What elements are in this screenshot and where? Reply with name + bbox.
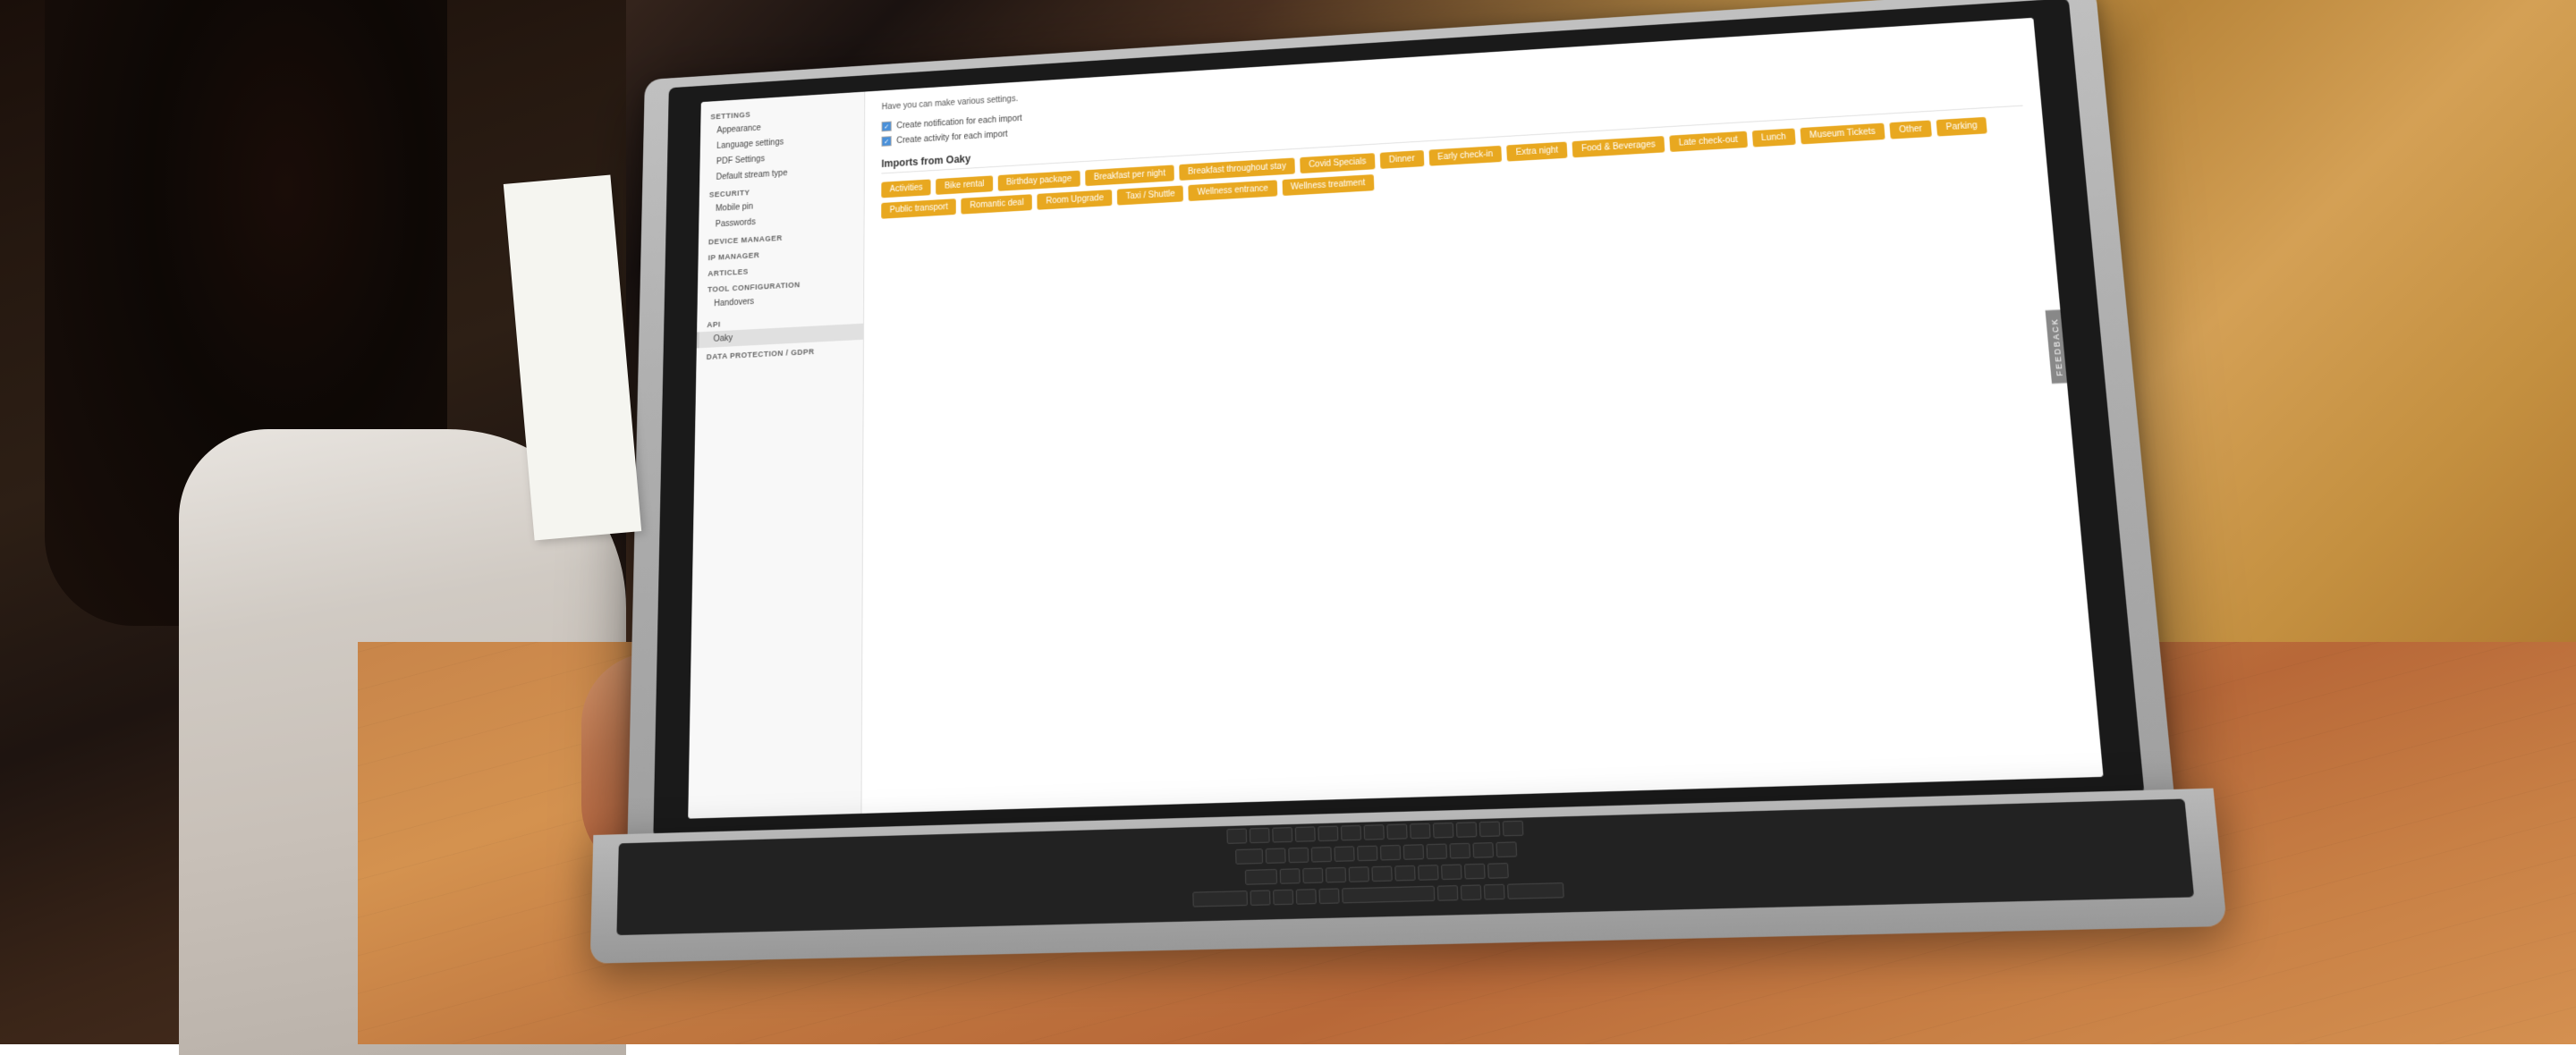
tag-button[interactable]: Activities [881,179,931,198]
tag-button[interactable]: Birthday package [997,171,1080,191]
sidebar: Settings Appearance Language settings PD… [688,92,865,819]
key [1342,886,1435,904]
tag-button[interactable]: Extra night [1506,141,1567,161]
key [1288,848,1309,864]
key [1386,823,1407,840]
main-content: Have you can make various settings. Crea… [861,18,2103,814]
checkbox-notification-label: Create notification for each import [896,114,1021,131]
key [1410,823,1430,840]
screen-display: Settings Appearance Language settings PD… [688,18,2103,819]
screen-bezel: Settings Appearance Language settings PD… [653,0,2144,838]
key [1449,843,1470,859]
key [1456,822,1478,838]
key [1250,890,1270,906]
tag-button[interactable]: Late check-out [1669,131,1747,152]
key [1265,848,1285,863]
key [1487,863,1509,879]
laptop-lid: Settings Appearance Language settings PD… [627,0,2175,852]
key [1226,829,1247,844]
tag-button[interactable]: Other [1889,120,1932,139]
key [1244,869,1276,885]
key [1273,890,1293,906]
key [1318,826,1338,841]
key [1364,824,1385,840]
key [1279,868,1300,884]
key [1506,882,1563,899]
key [1463,864,1485,880]
key [1379,845,1400,861]
tag-button[interactable]: Lunch [1751,128,1795,147]
tag-button[interactable]: Public transport [881,198,956,219]
key [1272,827,1292,842]
key [1394,865,1415,882]
key [1310,847,1331,863]
key [1295,889,1316,905]
app-ui: Settings Appearance Language settings PD… [688,18,2103,819]
key [1433,823,1453,839]
key [1295,826,1316,841]
key [1192,890,1248,907]
key [1348,866,1368,882]
tag-button[interactable]: Parking [1936,117,1987,137]
checkbox-notification[interactable] [882,122,892,132]
key [1460,884,1481,900]
key [1426,844,1446,860]
key [1371,866,1392,882]
tag-button[interactable]: Bike rental [936,175,993,194]
checkbox-activity[interactable] [882,136,892,147]
key [1235,848,1263,865]
key [1472,842,1494,858]
checkbox-activity-label: Create activity for each import [896,130,1007,146]
key [1496,841,1517,857]
tag-button[interactable]: Taxi / Shuttle [1117,185,1183,205]
background-photo: Settings Appearance Language settings PD… [0,0,2576,1044]
tag-button[interactable]: Early check-in [1428,146,1502,166]
tag-button[interactable]: Breakfast per night [1085,165,1174,186]
key [1357,846,1377,862]
tag-button[interactable]: Romantic deal [962,194,1032,214]
key [1325,867,1345,883]
tag-button[interactable]: Wellness entrance [1189,180,1277,201]
tag-button[interactable]: Food & Beverages [1572,136,1665,157]
tag-button[interactable]: Breakfast throughout stay [1179,157,1295,181]
key [1479,821,1501,837]
tag-button[interactable]: Covid Specials [1300,153,1375,173]
key [1334,846,1354,862]
tag-button[interactable]: Room Upgrade [1038,190,1113,210]
tag-button[interactable]: Dinner [1380,150,1424,169]
key [1402,844,1423,860]
key [1483,884,1504,900]
key [1341,825,1361,841]
key [1318,888,1339,904]
key [1441,864,1462,880]
key [1503,821,1524,837]
key [1250,828,1270,843]
tag-button[interactable]: Museum Tickets [1800,123,1885,145]
key [1418,865,1438,881]
tag-button[interactable]: Wellness treatment [1282,174,1374,196]
key [1436,885,1458,901]
laptop: Settings Appearance Language settings PD… [627,0,2175,852]
key [1302,868,1323,884]
